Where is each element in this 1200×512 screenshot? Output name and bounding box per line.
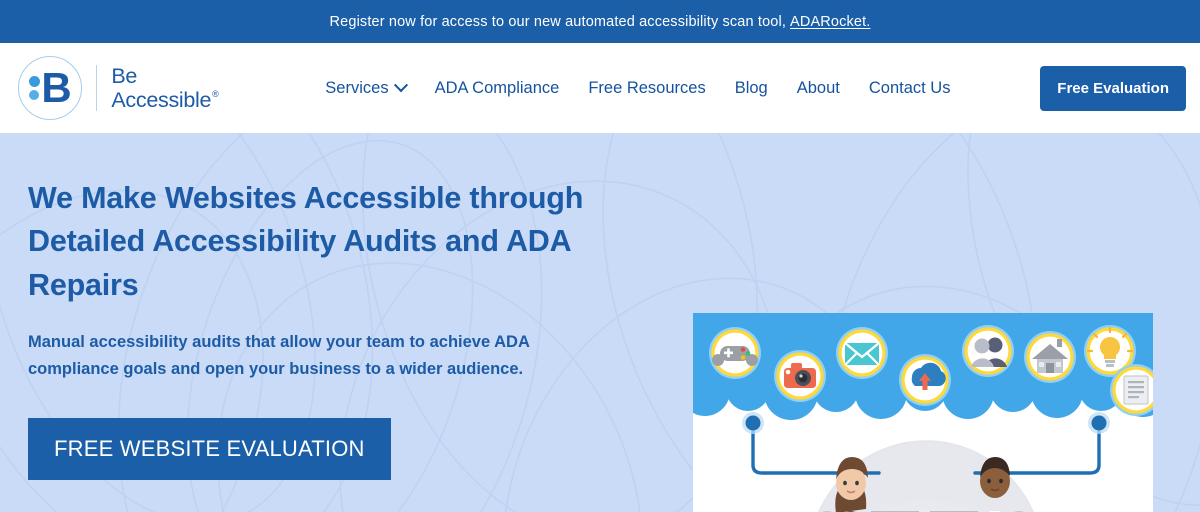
- nav-item-blog[interactable]: Blog: [735, 79, 768, 98]
- connector-node-left: [742, 412, 764, 434]
- be-accessible-logo-icon: B: [18, 56, 82, 120]
- logo-letter-b: B: [41, 63, 71, 111]
- chevron-down-icon: [393, 78, 408, 93]
- logo-word-line2: Accessible: [111, 88, 212, 112]
- envelope-icon: [836, 327, 888, 379]
- logo-word-line1: Be: [111, 63, 138, 88]
- logo-dot-bottom: [29, 90, 40, 100]
- free-website-evaluation-button[interactable]: FREE WEBSITE EVALUATION: [28, 418, 391, 481]
- video-stage: [693, 313, 1153, 512]
- nav-item-free-resources[interactable]: Free Resources: [588, 79, 705, 98]
- brand-logo[interactable]: B Be Accessible®: [18, 56, 219, 120]
- camera-icon: [774, 350, 826, 402]
- people-icon: [962, 325, 1014, 377]
- house-icon: [1024, 331, 1076, 383]
- video-illustration: [693, 313, 1153, 512]
- logo-dots: [29, 76, 41, 100]
- adarocket-link[interactable]: ADARocket.: [790, 14, 870, 30]
- nav-item-services[interactable]: Services: [325, 78, 408, 98]
- announcement-text: Register now for access to our new autom…: [329, 13, 787, 30]
- connector-node-right: [1088, 412, 1110, 434]
- nav-item-about[interactable]: About: [797, 79, 840, 98]
- main-navigation: Services ADA Compliance Free Resources B…: [236, 78, 1041, 98]
- video-player[interactable]: 0:00 / 1:14: [693, 313, 1153, 512]
- registered-mark: ®: [212, 88, 219, 99]
- gamepad-icon: [709, 327, 761, 379]
- hero-copy: We Make Websites Accessible through Deta…: [28, 133, 668, 512]
- announcement-bar: Register now for access to our new autom…: [0, 0, 1200, 43]
- nav-item-ada-compliance[interactable]: ADA Compliance: [435, 79, 560, 98]
- logo-divider: [96, 65, 98, 111]
- hero-title: We Make Websites Accessible through Deta…: [28, 181, 584, 302]
- free-evaluation-button[interactable]: Free Evaluation: [1040, 65, 1186, 111]
- logo-wordmark: Be Accessible®: [111, 63, 219, 112]
- site-header: B Be Accessible® Services ADA Compliance…: [0, 43, 1200, 133]
- logo-word-line2-wrap: Accessible®: [111, 88, 219, 112]
- nav-item-contact-us[interactable]: Contact Us: [869, 79, 951, 98]
- cloud-upload-icon: [899, 354, 951, 406]
- nav-label-services: Services: [325, 78, 389, 97]
- hero-section: We Make Websites Accessible through Deta…: [0, 133, 1200, 512]
- logo-dot-top: [29, 76, 41, 87]
- hero-subtitle: Manual accessibility audits that allow y…: [28, 332, 530, 378]
